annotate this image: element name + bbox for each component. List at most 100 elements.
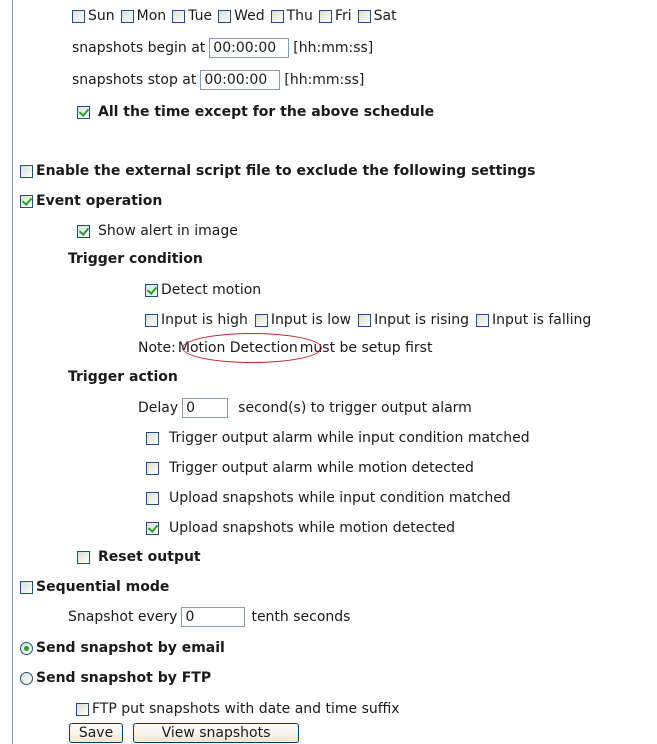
send-email-label: Send snapshot by email — [36, 640, 225, 656]
trigger-action-label: Trigger output alarm while motion detect… — [169, 460, 474, 476]
stop-time-input[interactable] — [200, 70, 281, 90]
schedule-stop-row: snapshots stop at [hh:mm:ss] — [72, 70, 364, 90]
send-ftp-label: Send snapshot by FTP — [36, 670, 212, 686]
sequential-mode-option[interactable]: Sequential mode — [20, 577, 169, 597]
snapshot-every-suffix: tenth seconds — [251, 609, 351, 625]
sequential-mode-checkbox[interactable] — [20, 580, 33, 594]
day-option-sat[interactable]: Sat — [357, 6, 397, 26]
day-checkbox-wed[interactable] — [218, 9, 232, 23]
input-condition-label: Input is falling — [492, 312, 592, 328]
input-condition-option[interactable]: Input is falling — [476, 310, 591, 330]
day-label-mon: Mon — [136, 8, 167, 24]
send-ftp-option[interactable]: Send snapshot by FTP — [20, 668, 211, 688]
all-time-option[interactable]: All the time except for the above schedu… — [77, 102, 434, 122]
trigger-action-checkbox[interactable] — [146, 491, 159, 505]
trigger-action-checkbox[interactable] — [146, 521, 159, 535]
input-condition-row: Input is high Input is low Input is rising… — [145, 310, 598, 330]
day-option-mon[interactable]: Mon — [120, 6, 167, 26]
day-checkbox-mon[interactable] — [120, 9, 134, 23]
reset-output-checkbox[interactable] — [77, 550, 90, 564]
day-label-fri: Fri — [334, 8, 352, 24]
show-alert-option[interactable]: Show alert in image — [77, 221, 238, 241]
day-option-wed[interactable]: Wed — [218, 6, 265, 26]
input-condition-checkbox[interactable] — [145, 313, 158, 327]
ftp-suffix-label: FTP put snapshots with date and time suf… — [92, 701, 400, 717]
detect-motion-label: Detect motion — [161, 282, 262, 298]
day-option-thu[interactable]: Thu — [270, 6, 313, 26]
send-email-option[interactable]: Send snapshot by email — [20, 638, 225, 658]
trigger-action-checkbox[interactable] — [146, 431, 159, 445]
send-email-radio[interactable] — [20, 641, 33, 655]
snapshot-every-label: Snapshot every — [68, 609, 178, 625]
day-option-fri[interactable]: Fri — [318, 6, 352, 26]
detect-motion-checkbox[interactable] — [145, 283, 158, 297]
trigger-action-label: Upload snapshots while input condition m… — [169, 490, 511, 506]
trigger-condition-heading: Trigger condition — [68, 251, 203, 267]
external-script-checkbox[interactable] — [20, 164, 33, 178]
day-checkbox-fri[interactable] — [318, 9, 332, 23]
input-condition-checkbox[interactable] — [254, 313, 268, 327]
sequential-mode-label: Sequential mode — [36, 579, 170, 595]
input-condition-label: Input is rising — [374, 312, 470, 328]
trigger-action-option[interactable]: Upload snapshots while motion detected — [146, 518, 455, 538]
event-operation-option[interactable]: Event operation — [20, 191, 162, 211]
event-operation-checkbox[interactable] — [20, 194, 33, 208]
all-time-checkbox[interactable] — [77, 105, 90, 119]
reset-output-option[interactable]: Reset output — [77, 547, 201, 567]
weekday-checkbox-row: Sun Mon Tue Wed Thu Fri Sat — [72, 6, 403, 26]
trigger-action-heading: Trigger action — [68, 369, 178, 385]
note-suffix: must be setup first — [299, 340, 433, 356]
day-label-thu: Thu — [286, 8, 313, 24]
trigger-action-option[interactable]: Upload snapshots while input condition m… — [146, 488, 511, 508]
trigger-action-option[interactable]: Trigger output alarm while motion detect… — [146, 458, 474, 478]
left-frame-border — [12, 0, 13, 744]
day-option-tue[interactable]: Tue — [172, 6, 212, 26]
motion-detection-link[interactable]: Motion Detection — [178, 338, 298, 358]
note-row: Note: Motion Detection must be setup fir… — [138, 338, 432, 358]
event-operation-label: Event operation — [36, 193, 163, 209]
day-label-sat: Sat — [373, 8, 397, 24]
input-condition-checkbox[interactable] — [358, 313, 372, 327]
trigger-action-option[interactable]: Trigger output alarm while input conditi… — [146, 428, 530, 448]
delay-row: Delay second(s) to trigger output alarm — [138, 398, 472, 418]
day-label-wed: Wed — [234, 8, 265, 24]
input-condition-label: Input is high — [161, 312, 248, 328]
view-snapshots-button[interactable]: View snapshots — [133, 723, 299, 743]
snapshot-interval-input[interactable] — [181, 607, 246, 627]
begin-time-input[interactable] — [209, 38, 290, 58]
day-checkbox-thu[interactable] — [270, 9, 284, 23]
external-script-option[interactable]: Enable the external script file to exclu… — [20, 161, 535, 181]
note-prefix: Note: — [138, 340, 176, 356]
show-alert-checkbox[interactable] — [77, 224, 90, 238]
send-ftp-radio[interactable] — [20, 671, 33, 685]
stop-format-hint: [hh:mm:ss] — [284, 72, 365, 88]
day-option-sun[interactable]: Sun — [72, 6, 115, 26]
begin-format-hint: [hh:mm:ss] — [293, 40, 374, 56]
stop-label: snapshots stop at — [72, 72, 197, 88]
external-script-label: Enable the external script file to exclu… — [36, 163, 536, 179]
schedule-begin-row: snapshots begin at [hh:mm:ss] — [72, 38, 373, 58]
input-condition-option[interactable]: Input is rising — [358, 310, 469, 330]
trigger-action-label: Upload snapshots while motion detected — [169, 520, 456, 536]
delay-input[interactable] — [182, 398, 229, 418]
all-time-label: All the time except for the above schedu… — [98, 104, 435, 120]
input-condition-option[interactable]: Input is low — [254, 310, 351, 330]
begin-label: snapshots begin at — [72, 40, 206, 56]
day-label-sun: Sun — [88, 8, 115, 24]
input-condition-checkbox[interactable] — [476, 313, 490, 327]
detect-motion-option[interactable]: Detect motion — [145, 280, 261, 300]
trigger-action-checkbox[interactable] — [146, 461, 159, 475]
show-alert-label: Show alert in image — [98, 223, 238, 239]
delay-label: Delay — [138, 400, 179, 416]
reset-output-label: Reset output — [98, 549, 201, 565]
ftp-suffix-checkbox[interactable] — [76, 702, 89, 716]
snapshot-every-row: Snapshot every tenth seconds — [68, 607, 350, 627]
day-checkbox-sun[interactable] — [72, 9, 85, 23]
day-label-tue: Tue — [188, 8, 213, 24]
day-checkbox-sat[interactable] — [357, 9, 371, 23]
input-condition-option[interactable]: Input is high — [145, 310, 248, 330]
save-button[interactable]: Save — [69, 723, 123, 743]
trigger-action-label: Trigger output alarm while input conditi… — [169, 430, 530, 446]
ftp-suffix-option[interactable]: FTP put snapshots with date and time suf… — [76, 699, 400, 719]
day-checkbox-tue[interactable] — [172, 9, 186, 23]
